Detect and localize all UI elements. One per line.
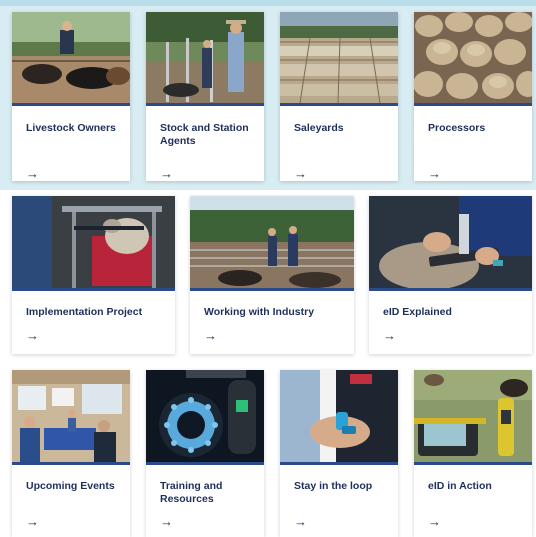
people-at-saleyard-photo	[190, 196, 354, 291]
arrow-right-icon[interactable]: →	[294, 167, 307, 180]
card-title: Stock and Station Agents	[160, 122, 249, 147]
arrow-right-icon[interactable]: →	[26, 167, 39, 180]
card-livestock-owners[interactable]: Livestock Owners →	[12, 12, 130, 181]
card-upcoming-events[interactable]: Upcoming Events →	[12, 370, 130, 537]
handheld-reader-paddock-photo	[414, 370, 532, 465]
card-title: Processors	[428, 122, 486, 134]
card-working-with-industry[interactable]: Working with Industry →	[190, 196, 354, 354]
card-eid-explained[interactable]: eID Explained →	[369, 196, 532, 354]
card-processors[interactable]: Processors →	[414, 12, 532, 181]
card-stock-and-station-agents[interactable]: Stock and Station Agents →	[146, 12, 264, 181]
farmer-with-cattle-photo	[12, 12, 130, 106]
eid-reader-panel-photo	[146, 370, 264, 465]
sheep-pens-photo	[280, 12, 398, 106]
card-eid-in-action[interactable]: eID in Action →	[414, 370, 532, 537]
card-title: eID Explained	[383, 306, 452, 318]
arrow-right-icon[interactable]: →	[204, 329, 217, 342]
agents-at-yards-photo	[146, 12, 264, 106]
sheep-handler-photo	[12, 196, 175, 291]
workshop-room-photo	[12, 370, 130, 465]
card-stay-in-the-loop[interactable]: Stay in the loop →	[280, 370, 398, 537]
card-saleyards[interactable]: Saleyards →	[280, 12, 398, 181]
card-title: eID in Action	[428, 480, 492, 492]
arrow-right-icon[interactable]: →	[26, 329, 39, 342]
card-title: Working with Industry	[204, 306, 315, 318]
hand-holding-tag-photo	[280, 370, 398, 465]
top-accent-strip	[0, 0, 536, 6]
arrow-right-icon[interactable]: →	[26, 515, 39, 528]
arrow-right-icon[interactable]: →	[160, 167, 173, 180]
arrow-right-icon[interactable]: →	[383, 329, 396, 342]
tag-scanning-photo	[369, 196, 532, 291]
card-training-and-resources[interactable]: Training and Resources →	[146, 370, 264, 537]
card-title: Training and Resources	[160, 480, 223, 505]
card-implementation-project[interactable]: Implementation Project →	[12, 196, 175, 354]
card-title: Upcoming Events	[26, 480, 115, 492]
arrow-right-icon[interactable]: →	[294, 515, 307, 528]
arrow-right-icon[interactable]: →	[428, 167, 441, 180]
sheep-flock-photo	[414, 12, 532, 106]
arrow-right-icon[interactable]: →	[160, 515, 173, 528]
card-title: Stay in the loop	[294, 480, 373, 492]
card-title: Saleyards	[294, 122, 344, 134]
card-title: Livestock Owners	[26, 122, 116, 134]
card-title: Implementation Project	[26, 306, 143, 318]
arrow-right-icon[interactable]: →	[428, 515, 441, 528]
